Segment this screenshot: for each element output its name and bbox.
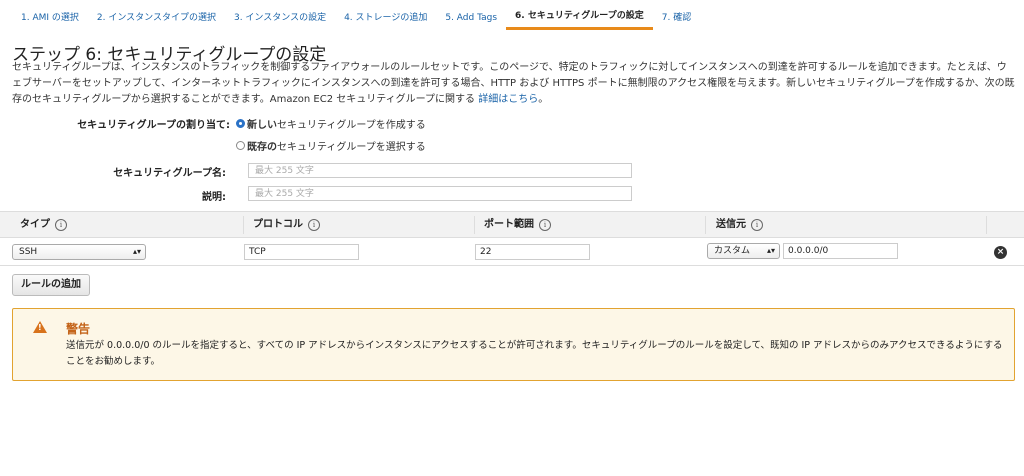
select-arrows-icon: ▴▾ [132,247,141,256]
tab-ami[interactable]: 1. AMI の選択 [12,6,88,30]
radio-button-unselected[interactable] [236,141,245,150]
remove-rule-icon[interactable]: × [994,246,1007,259]
header-protocol-label: プロトコル [253,219,303,230]
info-icon[interactable]: i [308,218,320,231]
rules-table-header: タイプ i プロトコル i ポート範囲 i 送信元 i [0,211,1024,238]
select-arrows-icon: ▴▾ [766,246,775,255]
tab-security-group[interactable]: 6. セキュリティグループの設定 [506,6,653,30]
tab-review[interactable]: 7. 確認 [653,6,700,30]
warning-box: ! 警告 送信元が 0.0.0.0/0 のルールを指定すると、すべての IP ア… [12,308,1015,381]
port-range-field[interactable]: 22 [475,244,590,260]
type-select[interactable]: SSH ▴▾ [12,244,146,260]
header-port-range: ポート範囲 i [484,212,551,237]
description-input[interactable]: 最大 255 文字 [248,186,632,201]
warning-text: 送信元が 0.0.0.0/0 のルールを指定すると、すべての IP アドレスから… [66,340,1003,367]
tab-tags[interactable]: 5. Add Tags [436,6,506,30]
group-name-input[interactable]: 最大 255 文字 [248,163,632,178]
page-description: セキュリティグループは、インスタンスのトラフィックを制御するファイアウォールのル… [12,60,1016,108]
info-icon[interactable]: i [539,218,551,231]
radio-new-label: セキュリティグループを作成する [277,120,426,131]
header-port-label: ポート範囲 [484,219,534,230]
header-protocol: プロトコル i [253,212,320,237]
radio-existing-label: セキュリティグループを選択する [277,142,426,153]
info-icon[interactable]: i [55,218,67,231]
assign-label: セキュリティグループの割り当て: [77,120,230,131]
header-type: タイプ i [20,212,67,237]
protocol-field[interactable]: TCP [244,244,359,260]
radio-new-bold: 新しい [247,120,277,131]
radio-existing-group[interactable]: 既存の セキュリティグループを選択する [236,138,426,153]
source-type-select[interactable]: カスタム ▴▾ [707,243,780,259]
warning-title: 警告 [66,322,91,336]
tab-instance-config[interactable]: 3. インスタンスの設定 [225,6,335,30]
header-source-label: 送信元 [716,219,746,230]
description-end: 。 [538,94,549,105]
column-divider [705,216,706,234]
column-divider [243,216,244,234]
tab-instance-type[interactable]: 2. インスタンスタイプの選択 [88,6,225,30]
column-divider [986,216,987,234]
table-row: SSH ▴▾ TCP 22 カスタム ▴▾ 0.0.0.0/0 [0,238,1024,266]
group-name-label: セキュリティグループ名: [113,168,226,179]
description-label: 説明: [202,192,226,203]
tab-storage[interactable]: 4. ストレージの追加 [335,6,436,30]
source-cidr-input[interactable]: 0.0.0.0/0 [783,243,898,259]
wizard-tabs: 1. AMI の選択 2. インスタンスタイプの選択 3. インスタンスの設定 … [12,6,700,30]
info-icon[interactable]: i [751,218,763,231]
add-rule-button[interactable]: ルールの追加 [12,274,90,296]
source-type-value: カスタム [714,246,751,256]
radio-existing-bold: 既存の [247,142,277,153]
warning-icon: ! [33,321,47,333]
type-select-value: SSH [19,247,38,257]
radio-button-selected[interactable] [236,119,245,128]
radio-new-group[interactable]: 新しい セキュリティグループを作成する [236,116,426,131]
header-source: 送信元 i [716,212,763,237]
header-type-label: タイプ [20,219,50,230]
details-link[interactable]: 詳細はこちら [478,94,538,105]
column-divider [474,216,475,234]
